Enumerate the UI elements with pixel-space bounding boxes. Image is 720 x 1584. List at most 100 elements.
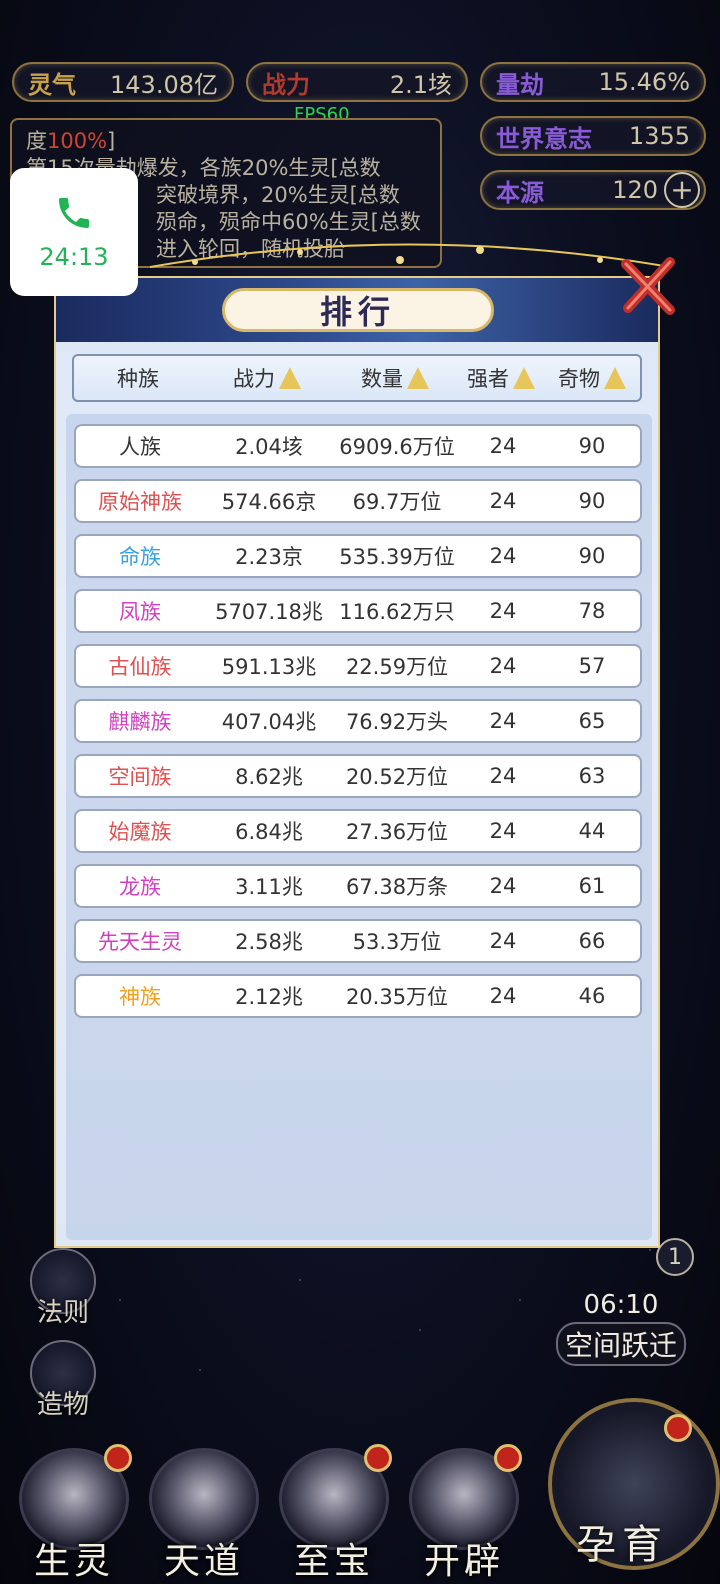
race-name: 先天生灵 [98, 930, 182, 954]
header-race-label: 种族 [117, 367, 159, 391]
sort-arrow-icon [513, 367, 535, 389]
stat-zhanli[interactable]: 战力 2.1垓 [246, 62, 468, 102]
items-value: 78 [578, 599, 606, 623]
strong-value: 24 [489, 709, 517, 733]
log-line1-suffix: ] [107, 129, 116, 153]
nav-kaipi-label: 开辟 [423, 1541, 504, 1582]
sort-power-button[interactable]: 战力 [202, 356, 332, 400]
phone-icon [59, 198, 89, 228]
strong-value: 24 [489, 984, 517, 1008]
header-race: 种族 [74, 356, 202, 400]
stat-lingqi[interactable]: 灵气 143.08亿 [12, 62, 234, 102]
power-value: 8.62兆 [235, 765, 303, 789]
items-value: 46 [578, 984, 606, 1008]
space-jump-timer[interactable]: 06:10 空间跃迁 [556, 1290, 686, 1366]
count-value: 116.62万只 [339, 600, 455, 624]
nav-tiandao[interactable]: 天道 [144, 1440, 264, 1584]
items-value: 44 [578, 819, 606, 843]
race-name: 原始神族 [98, 490, 182, 514]
side-button-zaowu-label: 造物 [36, 1390, 89, 1420]
power-value: 2.04垓 [235, 435, 303, 459]
side-button-faze[interactable]: 法则 [30, 1248, 96, 1329]
power-value: 3.11兆 [235, 875, 303, 899]
table-row[interactable]: 龙族 3.11兆 67.38万条 24 61 [74, 864, 642, 908]
race-name: 龙族 [119, 875, 161, 899]
table-row[interactable]: 人族 2.04垓 6909.6万位 24 90 [74, 424, 642, 468]
nav-zhibao-label: 至宝 [293, 1541, 374, 1582]
strong-value: 24 [489, 764, 517, 788]
count-value: 53.3万位 [352, 930, 442, 954]
race-name: 始魔族 [108, 820, 172, 844]
count-value: 535.39万位 [339, 545, 455, 569]
log-line1-highlight: 100% [47, 129, 108, 153]
count-value: 22.59万位 [345, 655, 449, 679]
race-name: 麒麟族 [108, 710, 172, 734]
table-row[interactable]: 命族 2.23京 535.39万位 24 90 [74, 534, 642, 578]
table-row[interactable]: 麒麟族 407.04兆 76.92万头 24 65 [74, 699, 642, 743]
power-value: 6.84兆 [235, 820, 303, 844]
stat-shijie-label: 世界意志 [496, 123, 592, 153]
strong-value: 24 [489, 929, 517, 953]
sort-strong-button[interactable]: 强者 [458, 356, 544, 400]
nav-shengling-label: 生灵 [33, 1541, 114, 1582]
side-button-faze-label: 法则 [36, 1298, 89, 1328]
race-name: 神族 [119, 985, 161, 1009]
sort-arrow-icon [279, 367, 301, 389]
items-value: 90 [578, 544, 606, 568]
items-value: 90 [578, 434, 606, 458]
add-benyuan-button[interactable]: + [664, 172, 700, 208]
header-strong-label: 强者 [467, 367, 509, 391]
strong-value: 24 [489, 599, 517, 623]
call-floating-chip[interactable]: 24:13 [10, 168, 138, 296]
stat-lingqi-value: 143.08亿 [110, 70, 218, 99]
close-icon[interactable] [618, 254, 678, 318]
sort-items-button[interactable]: 奇物 [544, 356, 640, 400]
table-row[interactable]: 原始神族 574.66京 69.7万位 24 90 [74, 479, 642, 523]
items-value: 90 [578, 489, 606, 513]
dialog-title: 排行 [222, 288, 494, 332]
power-value: 2.12兆 [235, 985, 303, 1009]
nav-zhibao-notify-dot [364, 1444, 392, 1472]
stat-benyuan[interactable]: 本源 120 + [480, 170, 706, 210]
gold-ornament-curve [150, 243, 670, 268]
log-line1-prefix: 度 [26, 129, 47, 153]
items-value: 63 [578, 764, 606, 788]
nav-kaipi-notify-dot [494, 1444, 522, 1472]
big-button-yunyu[interactable]: 孕育 [548, 1398, 720, 1584]
table-row[interactable]: 空间族 8.62兆 20.52万位 24 63 [74, 754, 642, 798]
table-row[interactable]: 先天生灵 2.58兆 53.3万位 24 66 [74, 919, 642, 963]
strong-value: 24 [489, 654, 517, 678]
stat-liangjie-label: 量劫 [496, 69, 544, 99]
items-value: 65 [578, 709, 606, 733]
power-value: 591.13兆 [221, 655, 317, 679]
table-row[interactable]: 神族 2.12兆 20.35万位 24 46 [74, 974, 642, 1018]
strong-value: 24 [489, 819, 517, 843]
power-value: 407.04兆 [221, 710, 317, 734]
nav-tiandao-label: 天道 [163, 1541, 244, 1582]
strong-value: 24 [489, 489, 517, 513]
big-button-yunyu-label: 孕育 [576, 1522, 668, 1568]
sort-count-button[interactable]: 数量 [332, 356, 458, 400]
ranking-dialog: 排行 种族 战力 数量 强者 奇物 人族 2.04垓 6909.6万位 24 90 原始神… [54, 276, 660, 1248]
power-value: 5707.18兆 [215, 600, 323, 624]
table-row[interactable]: 古仙族 591.13兆 22.59万位 24 57 [74, 644, 642, 688]
timer-count-badge: 1 [656, 1238, 694, 1276]
strong-value: 24 [489, 434, 517, 458]
table-row[interactable]: 凤族 5707.18兆 116.62万只 24 78 [74, 589, 642, 633]
power-value: 2.23京 [235, 545, 303, 569]
count-value: 20.35万位 [345, 985, 449, 1009]
items-value: 66 [578, 929, 606, 953]
call-duration: 24:13 [39, 243, 109, 271]
space-jump-label: 空间跃迁 [556, 1322, 686, 1366]
stat-zhanli-value: 2.1垓 [389, 70, 452, 99]
count-value: 6909.6万位 [339, 435, 455, 459]
ranking-list[interactable]: 人族 2.04垓 6909.6万位 24 90 原始神族 574.66京 69.7万位 24 90… [66, 414, 652, 1240]
stat-zhanli-label: 战力 [262, 69, 310, 99]
table-row[interactable]: 始魔族 6.84兆 27.36万位 24 44 [74, 809, 642, 853]
stat-liangjie[interactable]: 量劫 15.46% [480, 62, 706, 102]
stat-shijie[interactable]: 世界意志 1355 [480, 116, 706, 156]
stat-benyuan-label: 本源 [496, 177, 544, 207]
race-name: 古仙族 [108, 655, 172, 679]
side-button-zaowu[interactable]: 造物 [30, 1340, 96, 1421]
stat-benyuan-value: 120 [612, 176, 658, 204]
